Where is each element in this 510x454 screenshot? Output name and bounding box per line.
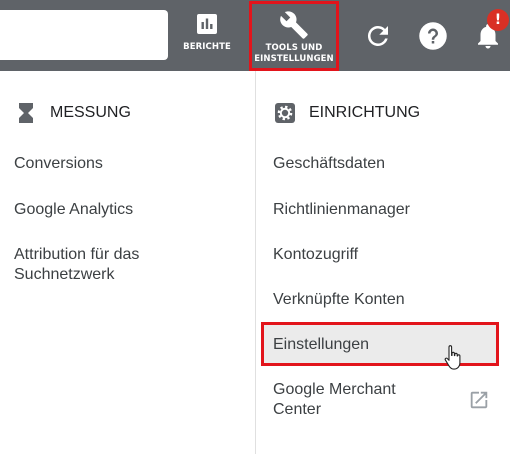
wrench-icon bbox=[280, 11, 308, 39]
menu-item-business-data[interactable]: Geschäftsdaten bbox=[273, 154, 503, 174]
section-title-measurement: MESSUNG bbox=[50, 104, 131, 121]
section-header-setup: EINRICHTUNG bbox=[273, 101, 420, 125]
section-title-setup: EINRICHTUNG bbox=[309, 104, 421, 121]
tools-label: TOOLS UND EINSTELLUNGEN bbox=[254, 43, 334, 64]
menu-item-linked-accounts[interactable]: Verknüpfte Konten bbox=[273, 290, 503, 310]
menu-item-policy-manager[interactable]: Richtlinienmanager bbox=[273, 200, 503, 220]
help-icon[interactable] bbox=[418, 21, 448, 51]
gear-icon bbox=[273, 101, 297, 125]
menu-item-account-access[interactable]: Kontozugriff bbox=[273, 245, 503, 265]
bar-chart-icon bbox=[197, 14, 217, 34]
menu-item-settings[interactable]: Einstellungen bbox=[273, 335, 503, 355]
menu-item-google-analytics[interactable]: Google Analytics bbox=[14, 200, 133, 220]
hourglass-icon bbox=[14, 101, 38, 125]
notification-badge: ! bbox=[487, 9, 509, 31]
tools-and-settings-button[interactable]: TOOLS UND EINSTELLUNGEN bbox=[249, 1, 339, 71]
external-link-icon[interactable] bbox=[468, 389, 490, 411]
column-divider bbox=[255, 71, 256, 454]
search-input[interactable] bbox=[0, 10, 168, 60]
section-header-measurement: MESSUNG bbox=[14, 101, 131, 125]
refresh-icon[interactable] bbox=[363, 21, 393, 51]
menu-item-search-attribution[interactable]: Attribution für das Suchnetzwerk bbox=[14, 245, 244, 285]
top-toolbar: BERICHTE TOOLS UND EINSTELLUNGEN ! bbox=[0, 0, 510, 71]
hand-cursor-icon bbox=[444, 345, 461, 370]
reports-button[interactable]: BERICHTE bbox=[178, 12, 236, 53]
reports-label: BERICHTE bbox=[183, 42, 231, 52]
menu-item-conversions[interactable]: Conversions bbox=[14, 154, 103, 174]
